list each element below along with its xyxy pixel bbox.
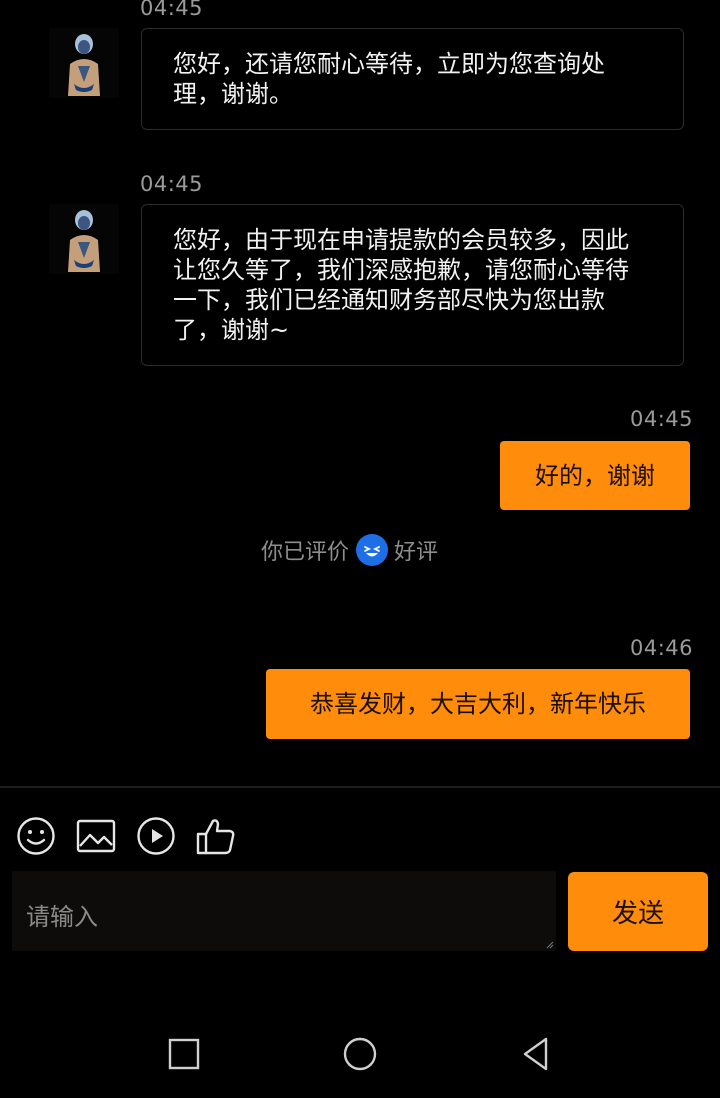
- send-button[interactable]: 发送: [568, 872, 708, 951]
- message-timestamp: 04:45: [140, 0, 204, 20]
- laughing-face-icon: [356, 534, 389, 566]
- message-timestamp: 04:46: [630, 636, 694, 660]
- thumbs-up-icon[interactable]: [195, 815, 237, 857]
- recent-apps-icon[interactable]: [160, 1030, 208, 1078]
- message-text: 恭喜发财，大吉大利，新年快乐: [310, 690, 646, 718]
- agent-message-bubble[interactable]: 您好，由于现在申请提款的会员较多，因此让您久等了，我们深感抱歉，请您耐心等待一下…: [141, 204, 684, 366]
- agent-message-bubble[interactable]: 您好，还请您耐心等待，立即为您查询处理，谢谢。: [141, 28, 684, 130]
- chat-screen: 04:45 您好，还请您耐心等待，立即为您查询处理，谢谢。 04:45 您好，由…: [0, 0, 720, 1098]
- evaluation-rating: 好评: [394, 540, 439, 565]
- home-icon[interactable]: [336, 1030, 384, 1078]
- image-icon[interactable]: [75, 815, 117, 857]
- composer-divider: [0, 786, 720, 788]
- message-text: 好的，谢谢: [535, 461, 655, 490]
- emoji-icon[interactable]: [15, 815, 57, 857]
- back-icon[interactable]: [512, 1030, 560, 1078]
- resize-grip-icon[interactable]: [546, 941, 554, 949]
- user-message-bubble[interactable]: 好的，谢谢: [500, 441, 690, 510]
- message-input[interactable]: 请输入: [12, 871, 556, 951]
- avatar-figure-icon: [68, 210, 100, 272]
- evaluation-prefix: 你已评价: [261, 540, 350, 565]
- agent-avatar[interactable]: [49, 204, 119, 274]
- avatar-figure-icon: [68, 34, 100, 96]
- input-placeholder: 请输入: [26, 903, 98, 931]
- user-message-bubble[interactable]: 恭喜发财，大吉大利，新年快乐: [266, 669, 690, 739]
- agent-avatar[interactable]: [49, 28, 119, 98]
- message-text: 您好，由于现在申请提款的会员较多，因此让您久等了，我们深感抱歉，请您耐心等待一下…: [173, 226, 629, 344]
- message-timestamp: 04:45: [630, 407, 694, 431]
- message-text: 您好，还请您耐心等待，立即为您查询处理，谢谢。: [173, 50, 605, 108]
- message-list[interactable]: 04:45 您好，还请您耐心等待，立即为您查询处理，谢谢。 04:45 您好，由…: [0, 0, 720, 786]
- system-navbar: [0, 1010, 720, 1098]
- evaluation-notice: 你已评价 好评: [261, 533, 438, 567]
- message-timestamp: 04:45: [140, 172, 204, 196]
- video-icon[interactable]: [135, 815, 177, 857]
